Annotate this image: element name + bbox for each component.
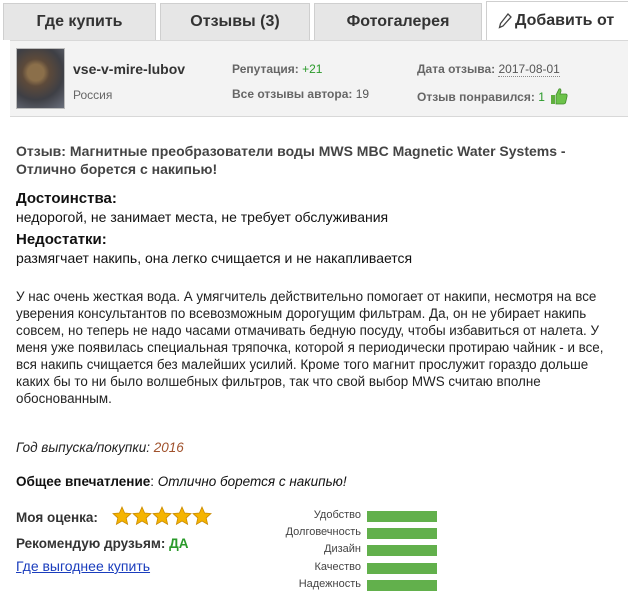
tab-add-review[interactable]: Добавить от	[486, 1, 628, 40]
recommend-label: Рекомендую друзьям:	[16, 536, 166, 551]
review-liked: Отзыв понравился: 1	[417, 87, 568, 105]
tab-photo-gallery[interactable]: Фотогалерея	[314, 3, 482, 40]
recommend-value: ДА	[169, 536, 189, 551]
tab-reviews[interactable]: Отзывы (3)	[160, 3, 310, 40]
purchase-year: Год выпуска/покупки: 2016	[16, 440, 184, 455]
review-liked-value: 1	[538, 90, 545, 104]
purchase-year-label: Год выпуска/покупки:	[16, 440, 150, 455]
reputation-value: +21	[302, 62, 323, 76]
author-country: Россия	[73, 88, 113, 102]
metric-bar	[367, 579, 437, 591]
review-liked-label: Отзыв понравился:	[417, 90, 535, 104]
metric-bar-fill	[367, 545, 437, 557]
thumbs-up-icon[interactable]	[550, 87, 568, 105]
reputation-label: Репутация:	[232, 62, 299, 76]
star-icon	[152, 506, 172, 526]
review-body: У нас очень жесткая вода. А умягчитель д…	[16, 289, 604, 406]
cons-text: размягчает накипь, она легко счищается и…	[16, 250, 413, 266]
recommend: Рекомендую друзьям: ДА	[16, 536, 188, 551]
metric-bar-fill	[367, 528, 437, 540]
review-date: Дата отзыва: 2017-08-01	[417, 62, 560, 77]
my-rating-label: Моя оценка:	[16, 510, 98, 525]
star-icon	[172, 506, 192, 526]
author-reviews-label: Все отзывы автора:	[232, 87, 353, 101]
tab-add-review-label: Добавить от	[515, 12, 615, 29]
review-title: Отзыв: Магнитные преобразователи воды MW…	[16, 143, 566, 177]
overall-impression-label: Общее впечатление	[16, 474, 151, 489]
metric-bar	[367, 545, 437, 557]
pros-text: недорогой, не занимает места, не требует…	[16, 209, 389, 225]
star-icon	[112, 506, 132, 526]
star-icon	[192, 506, 212, 526]
overall-impression: Общее впечатление: Отлично борется с нак…	[16, 474, 347, 489]
metric-label: Дизайн	[324, 543, 361, 556]
metric-bar-fill	[367, 562, 437, 574]
star-icon	[132, 506, 152, 526]
overall-impression-value: Отлично борется с накипью!	[157, 474, 347, 489]
where-cheaper-link[interactable]: Где выгоднее купить	[16, 558, 150, 574]
metric-bar	[367, 562, 437, 574]
tab-where-to-buy[interactable]: Где купить	[3, 3, 156, 40]
purchase-year-value: 2016	[153, 440, 184, 455]
author-info-panel: vse-v-mire-lubov Россия Репутация: +21 В…	[10, 40, 628, 117]
pencil-icon	[498, 13, 512, 29]
metric-bar	[367, 511, 437, 522]
author-name[interactable]: vse-v-mire-lubov	[73, 61, 185, 77]
reputation: Репутация: +21	[232, 62, 322, 76]
avatar[interactable]	[16, 48, 65, 109]
pros-label: Достоинства:	[16, 190, 117, 207]
review-date-value: 2017-08-01	[498, 62, 560, 77]
metric-label: Долговечность	[285, 526, 361, 539]
metric-label: Удобство	[313, 509, 361, 521]
author-reviews-count: Все отзывы автора: 19	[232, 87, 369, 101]
cons-label: Недостатки:	[16, 231, 107, 248]
metric-label: Качество	[314, 560, 361, 573]
metric-bar	[367, 528, 437, 540]
metric-bar-fill	[367, 511, 437, 522]
rating-stars	[112, 506, 212, 526]
metric-label: Надежность	[298, 577, 361, 590]
review-date-label: Дата отзыва:	[417, 62, 496, 76]
metric-bar-fill	[367, 579, 437, 591]
author-reviews-value[interactable]: 19	[356, 87, 369, 101]
review-tabs: Где купить Отзывы (3) Фотогалерея Добави…	[0, 0, 628, 40]
